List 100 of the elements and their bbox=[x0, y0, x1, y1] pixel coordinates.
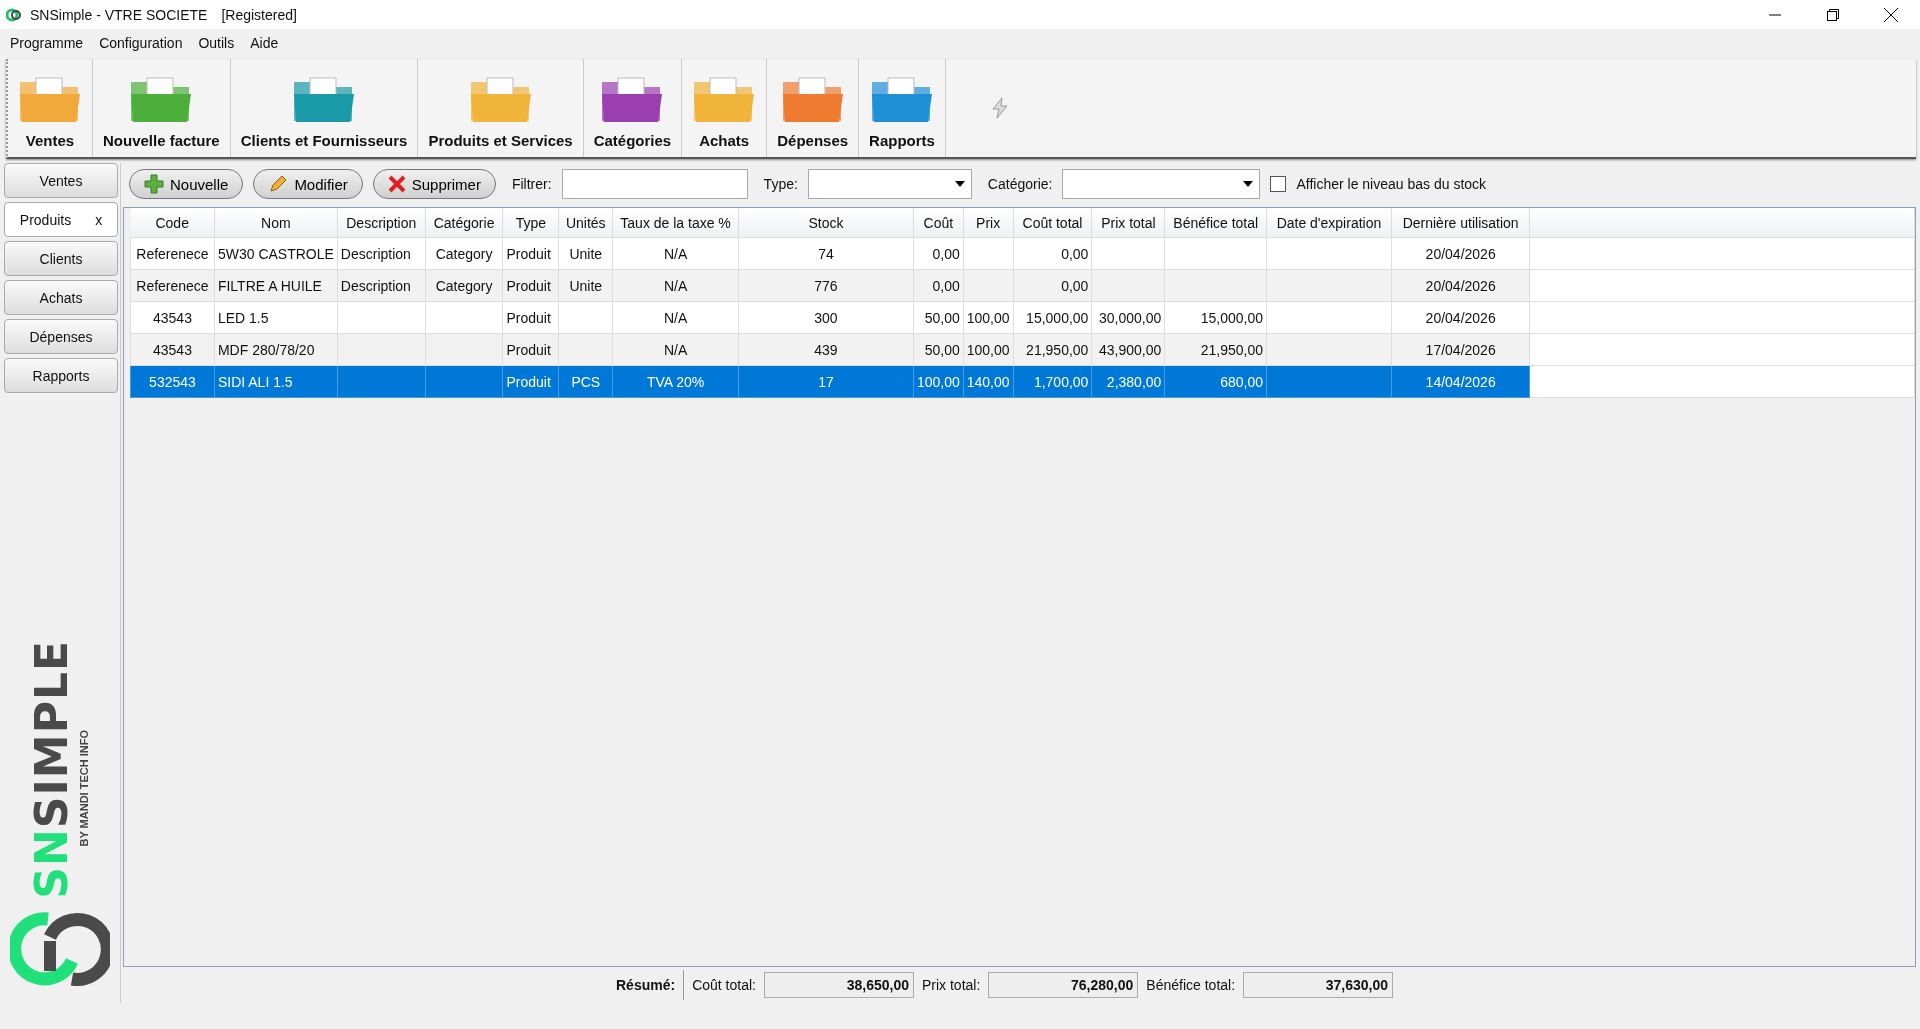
column-header[interactable]: Unités bbox=[558, 208, 613, 238]
table-cell: SIDI ALI 1.5 bbox=[214, 365, 338, 398]
menu-item[interactable]: Programme bbox=[2, 35, 92, 51]
column-header[interactable]: Date d'expiration bbox=[1266, 208, 1392, 238]
table-cell: 43543 bbox=[130, 301, 215, 334]
table-cell: Category bbox=[425, 269, 503, 302]
table-cell: Produit bbox=[502, 269, 559, 302]
edit-button[interactable]: Modifier bbox=[253, 169, 363, 199]
table-cell: Produit bbox=[502, 365, 559, 398]
menu-item[interactable]: Aide bbox=[242, 35, 287, 51]
category-dropdown[interactable] bbox=[1062, 169, 1261, 199]
close-tab-button[interactable]: x bbox=[95, 211, 103, 228]
column-header[interactable]: Description bbox=[337, 208, 426, 238]
table-cell: 43543 bbox=[130, 333, 215, 366]
side-tab[interactable]: Dépenses bbox=[4, 319, 118, 354]
column-header[interactable]: Catégorie bbox=[425, 208, 503, 238]
table-cell: 0,00 bbox=[913, 269, 964, 302]
toolbar-button[interactable]: Dépenses bbox=[767, 59, 860, 157]
window-title: SNSimple - VTRE SOCIETE bbox=[30, 6, 208, 23]
summary-label: Coût total: bbox=[692, 977, 756, 993]
table-cell: Referenece bbox=[130, 237, 215, 270]
summary-title: Résumé: bbox=[616, 970, 685, 1000]
toolbar-button[interactable]: Achats bbox=[682, 59, 768, 157]
column-header[interactable]: Stock bbox=[738, 208, 914, 238]
toolbar-button[interactable]: Produits et Services bbox=[418, 59, 584, 157]
column-header[interactable]: Coût bbox=[913, 208, 964, 238]
table-cell: 532543 bbox=[130, 365, 215, 398]
table-cell: MDF 280/78/20 bbox=[214, 333, 338, 366]
side-tab[interactable]: Clients bbox=[4, 241, 118, 276]
column-header[interactable]: Taux de la taxe % bbox=[612, 208, 739, 238]
filter-label: Filtrer: bbox=[511, 176, 552, 192]
table-cell: 2,380,00 bbox=[1091, 365, 1165, 398]
table-cell: 20/04/2026 bbox=[1391, 269, 1530, 302]
summary-value: 76,280,00 bbox=[988, 972, 1139, 998]
table-cell: 15,000,00 bbox=[1164, 301, 1267, 334]
summary-value: 37,630,00 bbox=[1243, 972, 1394, 998]
toolbar-button[interactable]: Catégories bbox=[583, 59, 683, 157]
table-cell: 439 bbox=[738, 333, 914, 366]
summary-label: Bénéfice total: bbox=[1146, 977, 1236, 993]
table-cell: 17 bbox=[738, 365, 914, 398]
app-icon bbox=[6, 6, 22, 23]
table-cell: 140,00 bbox=[963, 365, 1014, 398]
table-cell: Description bbox=[337, 269, 426, 302]
table-cell: Referenece bbox=[130, 269, 215, 302]
side-tab[interactable]: Ventes bbox=[4, 163, 118, 198]
side-tab[interactable]: Achats bbox=[4, 280, 118, 315]
table-cell bbox=[963, 269, 1014, 302]
column-header[interactable]: Prix total bbox=[1091, 208, 1165, 238]
menu-item[interactable]: Outils bbox=[190, 35, 243, 51]
toolbar-button[interactable]: Clients et Fournisseurs bbox=[230, 59, 419, 157]
brand-wordmark: SNSIMPLE bbox=[30, 640, 74, 899]
summary-label: Prix total: bbox=[921, 977, 981, 993]
side-tab[interactable]: Rapports bbox=[4, 358, 118, 393]
menu-item[interactable]: Configuration bbox=[91, 35, 191, 51]
toolbar-button[interactable]: Nouvelle facture bbox=[93, 59, 231, 157]
table-cell: Produit bbox=[502, 237, 559, 270]
plus-icon bbox=[144, 174, 164, 194]
lightning-icon[interactable] bbox=[989, 97, 1010, 119]
column-header[interactable]: Dernière utilisation bbox=[1391, 208, 1530, 238]
table-cell: Produit bbox=[502, 301, 559, 334]
table-cell: 300 bbox=[738, 301, 914, 334]
column-header[interactable]: Bénéfice total bbox=[1164, 208, 1267, 238]
toolbar-button[interactable]: Rapports bbox=[859, 59, 946, 157]
table-cell: 680,00 bbox=[1164, 365, 1267, 398]
column-header[interactable]: Prix bbox=[963, 208, 1014, 238]
type-dropdown[interactable] bbox=[807, 169, 972, 199]
table-cell: 0,00 bbox=[1013, 269, 1092, 302]
table-cell: 20/04/2026 bbox=[1391, 237, 1530, 270]
table-cell: 0,00 bbox=[913, 237, 964, 270]
add-button[interactable]: Nouvelle bbox=[129, 169, 244, 199]
close-icon bbox=[1884, 7, 1898, 22]
table-cell: FILTRE A HUILE bbox=[214, 269, 338, 302]
column-header[interactable]: Nom bbox=[214, 208, 338, 238]
column-header[interactable]: Code bbox=[130, 208, 215, 238]
column-header[interactable]: Coût total bbox=[1013, 208, 1092, 238]
restore-icon bbox=[1827, 8, 1839, 21]
table-cell: N/A bbox=[612, 269, 739, 302]
table-cell bbox=[558, 333, 613, 366]
filter-field[interactable] bbox=[561, 169, 748, 199]
low-stock-label: Afficher le niveau bas du stock bbox=[1296, 176, 1487, 192]
toolbar-button[interactable]: Ventes bbox=[8, 59, 93, 157]
table-cell: N/A bbox=[612, 333, 739, 366]
table-cell: 5W30 CASTROLE bbox=[214, 237, 338, 270]
table-cell: 100,00 bbox=[963, 301, 1014, 334]
table-cell: N/A bbox=[612, 237, 739, 270]
pencil-icon bbox=[268, 174, 289, 194]
table-cell: LED 1.5 bbox=[214, 301, 338, 334]
brand-tagline: BY MANDI TECH INFO bbox=[78, 730, 90, 847]
side-tab[interactable]: Produits x bbox=[4, 202, 118, 237]
table-cell: 100,00 bbox=[913, 365, 964, 398]
low-stock-checkbox[interactable] bbox=[1270, 176, 1287, 192]
column-header[interactable]: Type bbox=[502, 208, 559, 238]
table-cell: 20/04/2026 bbox=[1391, 301, 1530, 334]
cross-icon bbox=[387, 175, 406, 193]
table-cell: 100,00 bbox=[963, 333, 1014, 366]
table-cell: 43,900,00 bbox=[1091, 333, 1165, 366]
delete-button[interactable]: Supprimer bbox=[372, 169, 496, 199]
table-cell: Unite bbox=[558, 237, 613, 270]
table-cell: 30,000,00 bbox=[1091, 301, 1165, 334]
table-cell: Produit bbox=[502, 333, 559, 366]
